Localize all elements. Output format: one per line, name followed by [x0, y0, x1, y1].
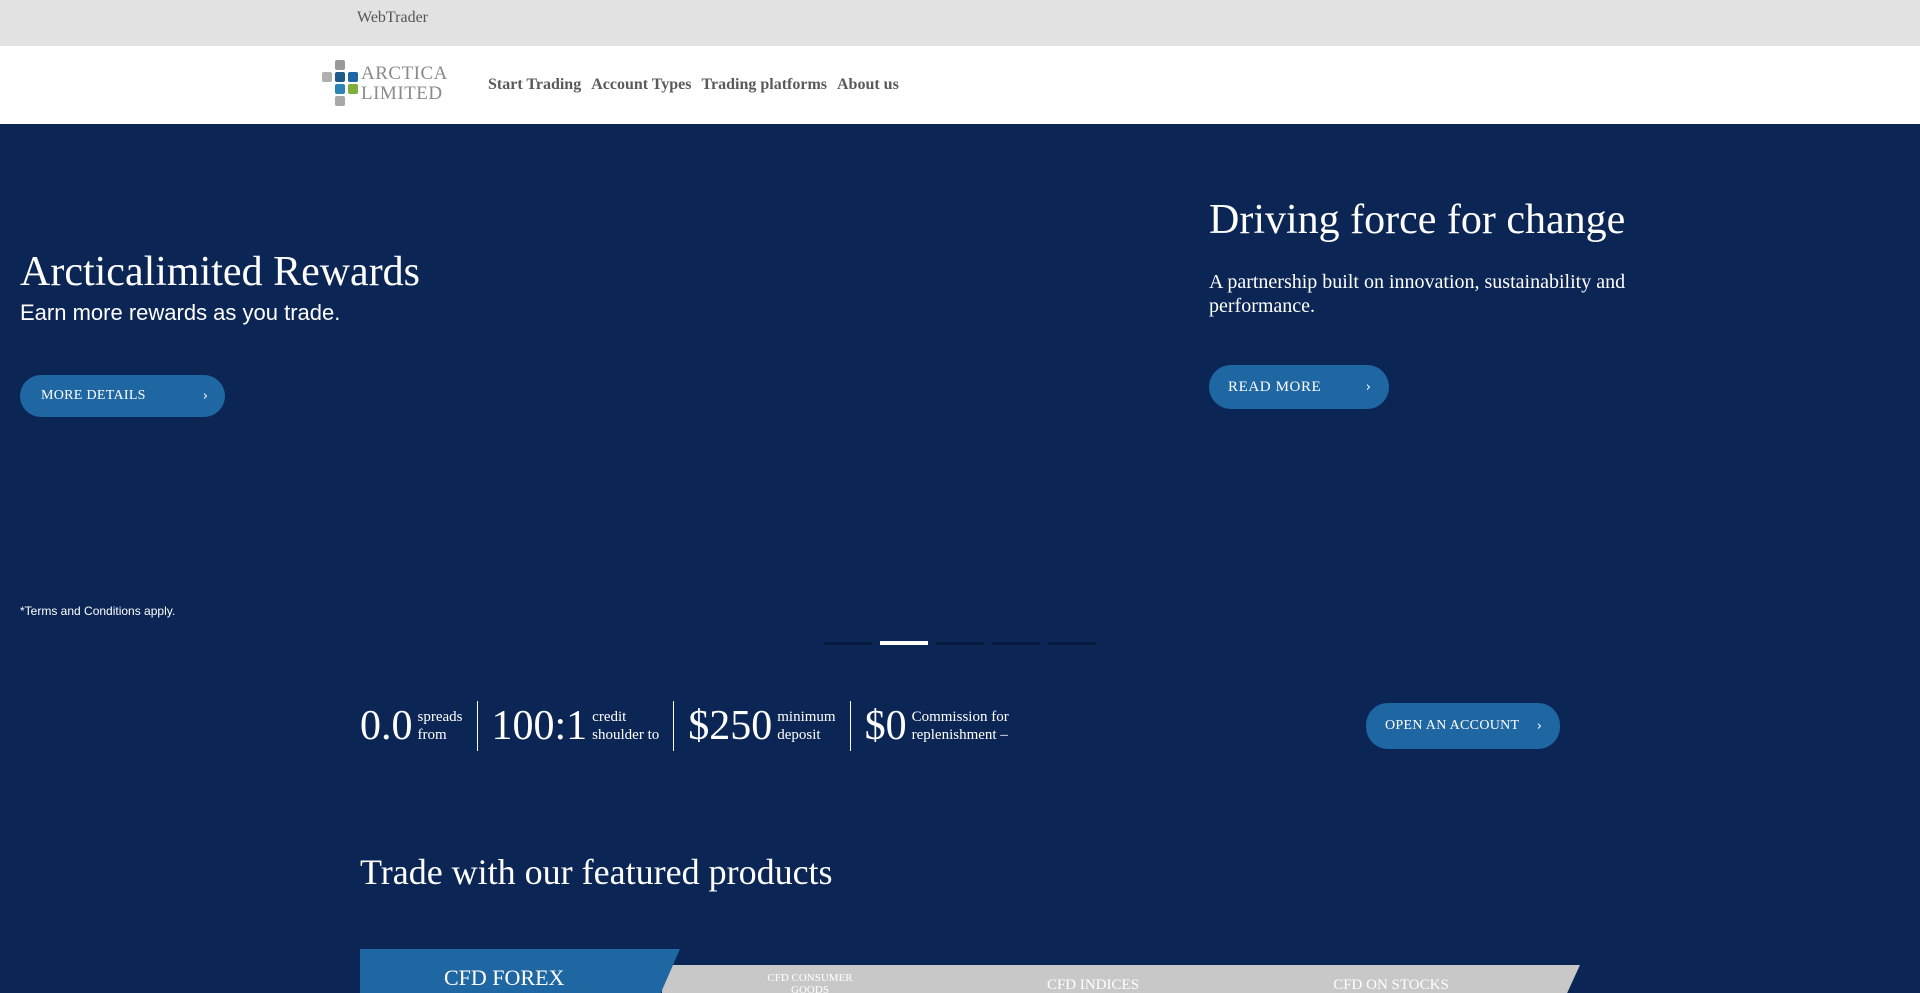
stat-label-line-1: Commission for [911, 709, 1009, 725]
arrow-right-icon: › [1365, 379, 1371, 395]
stat-label-line-1: credit [592, 709, 627, 725]
rewards-slide: Arcticalimited Rewards Earn more rewards… [20, 246, 720, 326]
stat-label: spreads from [418, 708, 463, 744]
stat-label-line-2: from [417, 727, 447, 743]
tab-label: CFD FOREX [444, 965, 565, 990]
logo-text: ARCTICA LIMITED [361, 64, 448, 104]
stat-label: minimum deposit [777, 708, 835, 744]
arctica-logo[interactable]: ARCTICA LIMITED [322, 60, 447, 108]
carousel-dot-5[interactable] [1048, 642, 1096, 645]
read-more-button[interactable]: READ MORE › [1209, 365, 1389, 409]
tab-cfd-indices[interactable]: CFD INDICES [1038, 977, 1148, 993]
main-navbar: ARCTICA LIMITED Start Trading Account Ty… [0, 46, 1920, 124]
nav-account-types[interactable]: Account Types [591, 76, 691, 94]
read-more-label: READ MORE [1228, 378, 1322, 395]
trading-stats: 0.0 spreads from 100:1 credit shoulder t… [360, 700, 1023, 752]
arrow-right-icon: › [202, 388, 208, 404]
carousel-dot-3[interactable] [936, 642, 984, 645]
carousel-indicators [824, 641, 1096, 645]
stat-label: credit shoulder to [592, 708, 659, 744]
stat-label-line-1: spreads [417, 709, 463, 725]
nav-about-us[interactable]: About us [837, 76, 899, 94]
open-account-button[interactable]: OPEN AN ACCOUNT › [1366, 703, 1560, 749]
stat-spreads: 0.0 spreads from [360, 701, 478, 751]
more-details-label: MORE DETAILS [41, 388, 146, 403]
featured-products-heading: Trade with our featured products [360, 852, 833, 892]
more-details-button[interactable]: MORE DETAILS › [20, 375, 225, 417]
carousel-dot-4[interactable] [992, 642, 1040, 645]
stat-leverage: 100:1 credit shoulder to [478, 701, 675, 751]
arrow-right-icon: › [1536, 718, 1542, 734]
logo-mark-icon [322, 60, 358, 108]
logo-line-1: ARCTICA [361, 63, 448, 84]
stat-label: Commission for replenishment – [912, 708, 1009, 744]
stat-value: $250 [688, 703, 773, 749]
nav-trading-platforms[interactable]: Trading platforms [702, 76, 827, 94]
webtrader-link[interactable]: WebTrader [357, 9, 428, 27]
tab-cfd-consumer-goods[interactable]: CFD CONSUMER GOODS [750, 972, 870, 993]
hero-carousel: Arcticalimited Rewards Earn more rewards… [0, 124, 1920, 654]
terms-note: *Terms and Conditions apply. [20, 604, 176, 618]
product-tabs: CFD FOREX CFD CONSUMER GOODS CFD INDICES… [360, 949, 1580, 993]
stat-value: $0 [864, 703, 907, 749]
tab-cfd-forex[interactable]: CFD FOREX [360, 949, 680, 993]
main-nav: Start Trading Account Types Trading plat… [488, 76, 899, 94]
stat-value: 100:1 [491, 703, 588, 749]
logo-line-2: LIMITED [361, 83, 443, 104]
rewards-subtitle: Earn more rewards as you trade. [20, 300, 341, 325]
change-text: A partnership built on innovation, susta… [1209, 271, 1626, 317]
change-slide: Driving force for change A partnership b… [1209, 194, 1669, 318]
rewards-title: Arcticalimited Rewards [20, 249, 421, 295]
stat-label-line-2: shoulder to [592, 727, 660, 743]
stat-label-line-2: deposit [777, 727, 821, 743]
stat-label-line-2: replenishment – [911, 727, 1008, 743]
stat-value: 0.0 [360, 703, 413, 749]
tab-cfd-on-stocks[interactable]: CFD ON STOCKS [1326, 977, 1456, 993]
carousel-dot-2[interactable] [880, 641, 928, 645]
open-account-label: OPEN AN ACCOUNT [1385, 718, 1520, 733]
stat-label-line-1: minimum [777, 709, 836, 725]
nav-start-trading[interactable]: Start Trading [488, 76, 581, 94]
stat-commission: $0 Commission for replenishment – [851, 701, 1023, 751]
carousel-dot-1[interactable] [824, 642, 872, 645]
top-bar: WebTrader [0, 0, 1920, 46]
change-title: Driving force for change [1209, 197, 1626, 243]
stat-deposit: $250 minimum deposit [674, 701, 851, 751]
